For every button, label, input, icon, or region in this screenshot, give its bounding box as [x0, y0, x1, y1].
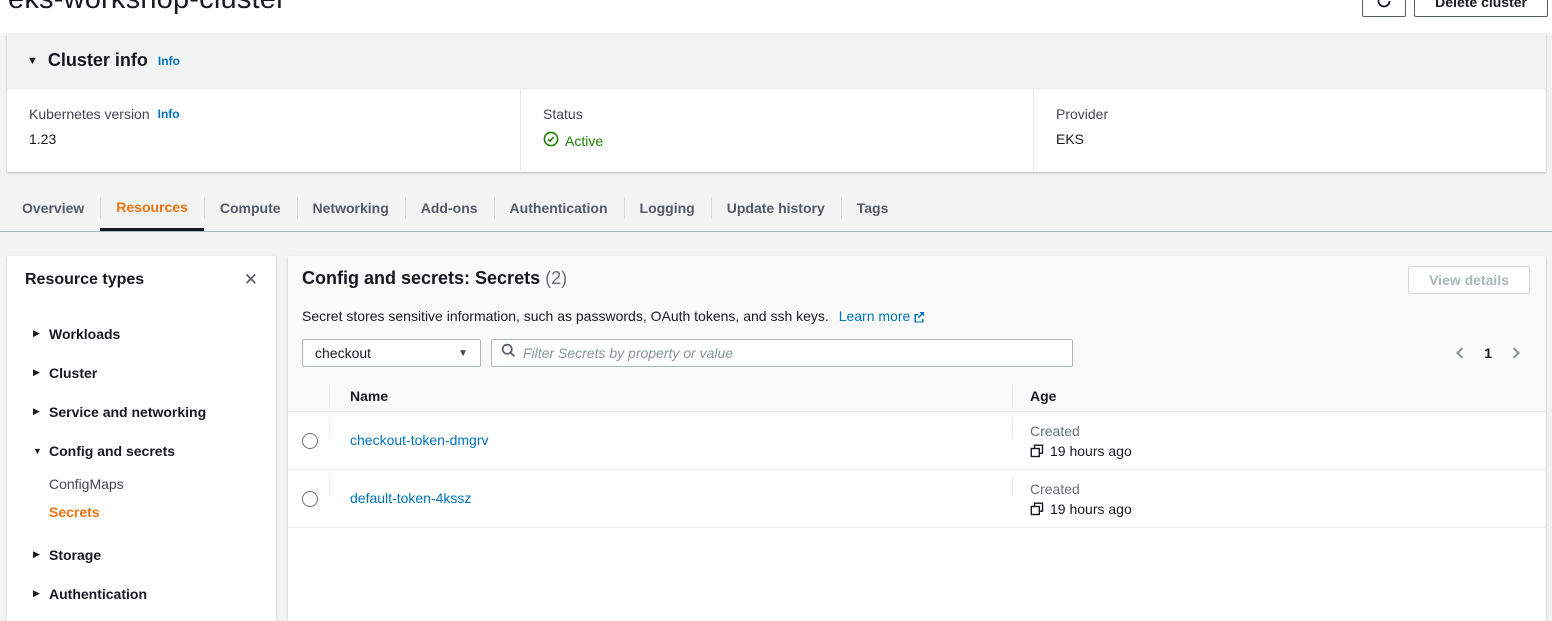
table-header: Name Age — [288, 380, 1546, 412]
age-created-label: Created — [1030, 481, 1132, 497]
tab-networking[interactable]: Networking — [297, 185, 405, 231]
row-radio-button[interactable] — [302, 491, 318, 507]
tab-add-ons[interactable]: Add-ons — [405, 185, 494, 231]
filter-dropdown-value: checkout — [315, 345, 371, 361]
secrets-panel: Config and secrets: Secrets (2) View det… — [288, 256, 1546, 621]
status-value: Active — [565, 133, 603, 149]
chevron-right-icon: ▶ — [33, 588, 49, 599]
view-details-button[interactable]: View details — [1408, 266, 1530, 294]
current-page[interactable]: 1 — [1484, 345, 1492, 361]
pagination: 1 — [1454, 345, 1530, 361]
resource-types-panel: Resource types ✕ ▶ Workloads ▶ Cluster ▶… — [7, 256, 276, 621]
secrets-description: Secret stores sensitive information, suc… — [302, 308, 1530, 326]
copy-icon[interactable] — [1030, 444, 1044, 458]
cluster-info-card: ▼ Cluster info Info Kubernetes version I… — [7, 33, 1546, 172]
row-radio-button[interactable] — [302, 433, 318, 449]
kubernetes-version-label: Kubernetes version — [29, 106, 150, 122]
external-link-icon — [913, 310, 925, 326]
secrets-count: (2) — [545, 268, 567, 288]
status-label: Status — [543, 106, 1033, 122]
previous-page-icon[interactable] — [1454, 346, 1466, 360]
tree-item-authorization[interactable]: ▶ Authorization — [7, 613, 276, 621]
tree-item-configmaps[interactable]: ConfigMaps — [7, 470, 276, 498]
chevron-right-icon: ▶ — [33, 367, 49, 378]
resource-types-tree: ▶ Workloads ▶ Cluster ▶ Service and netw… — [7, 314, 276, 621]
tree-item-storage[interactable]: ▶ Storage — [7, 535, 276, 574]
chevron-down-icon: ▼ — [33, 446, 49, 456]
tree-item-config-and-secrets[interactable]: ▼ Config and secrets — [7, 431, 276, 470]
column-header-name[interactable]: Name — [330, 380, 1012, 411]
column-header-age[interactable]: Age — [1012, 380, 1546, 411]
kubernetes-version-info-link[interactable]: Info — [158, 107, 180, 121]
tree-item-cluster[interactable]: ▶ Cluster — [7, 353, 276, 392]
cluster-info-link[interactable]: Info — [158, 54, 180, 68]
age-value: 19 hours ago — [1050, 501, 1132, 517]
cluster-info-title: Cluster info — [48, 50, 148, 71]
tab-authentication[interactable]: Authentication — [494, 185, 624, 231]
cluster-info-header[interactable]: ▼ Cluster info Info — [7, 33, 1546, 89]
chevron-right-icon: ▶ — [33, 549, 49, 560]
tab-compute[interactable]: Compute — [204, 185, 297, 231]
close-icon[interactable]: ✕ — [242, 269, 260, 290]
age-created-label: Created — [1030, 423, 1132, 439]
next-page-icon[interactable] — [1510, 346, 1522, 360]
secret-name-link[interactable]: checkout-token-dmgrv — [350, 432, 489, 448]
tree-item-workloads[interactable]: ▶ Workloads — [7, 314, 276, 353]
tab-tags[interactable]: Tags — [841, 185, 905, 231]
refresh-icon — [1376, 0, 1392, 12]
kubernetes-version-value: 1.23 — [29, 131, 520, 147]
tree-item-service-and-networking[interactable]: ▶ Service and networking — [7, 392, 276, 431]
secrets-panel-header: Config and secrets: Secrets (2) View det… — [288, 256, 1546, 380]
search-icon — [501, 343, 516, 363]
refresh-button[interactable] — [1362, 0, 1406, 17]
status-check-icon — [543, 131, 559, 150]
tree-item-authentication[interactable]: ▶ Authentication — [7, 574, 276, 613]
table-row: default-token-4kssz Created 19 hours ago — [288, 470, 1546, 528]
provider-field: Provider EKS — [1033, 89, 1546, 171]
secret-name-link[interactable]: default-token-4kssz — [350, 490, 471, 506]
secrets-panel-title: Config and secrets: Secrets (2) — [302, 266, 567, 289]
page-title: eks-workshop-cluster — [8, 0, 286, 16]
age-value: 19 hours ago — [1050, 443, 1132, 459]
provider-value: EKS — [1056, 131, 1546, 147]
search-box — [491, 339, 1073, 367]
status-field: Status Active — [520, 89, 1033, 171]
tree-item-secrets[interactable]: Secrets — [7, 498, 276, 526]
resource-types-title: Resource types — [25, 271, 144, 289]
tab-logging[interactable]: Logging — [624, 185, 711, 231]
collapse-caret-icon[interactable]: ▼ — [27, 55, 38, 67]
caret-down-icon: ▼ — [458, 348, 468, 359]
cluster-tabs: Overview Resources Compute Networking Ad… — [0, 185, 1552, 232]
delete-cluster-button[interactable]: Delete cluster — [1414, 0, 1548, 17]
learn-more-link[interactable]: Learn more — [839, 308, 926, 324]
kubernetes-version-field: Kubernetes version Info 1.23 — [7, 89, 520, 171]
search-input[interactable] — [523, 345, 1063, 361]
chevron-right-icon: ▶ — [33, 406, 49, 417]
cluster-info-body: Kubernetes version Info 1.23 Status Acti… — [7, 89, 1546, 171]
tab-resources[interactable]: Resources — [100, 185, 204, 231]
tab-overview[interactable]: Overview — [6, 185, 100, 231]
header-actions: Delete cluster — [1362, 0, 1548, 17]
provider-label: Provider — [1056, 106, 1546, 122]
filter-dropdown[interactable]: checkout ▼ — [302, 339, 481, 367]
tab-update-history[interactable]: Update history — [711, 185, 841, 231]
copy-icon[interactable] — [1030, 502, 1044, 516]
chevron-right-icon: ▶ — [33, 328, 49, 339]
page-header: eks-workshop-cluster Delete cluster — [0, 0, 1552, 33]
table-row: checkout-token-dmgrv Created 19 hours ag… — [288, 412, 1546, 470]
